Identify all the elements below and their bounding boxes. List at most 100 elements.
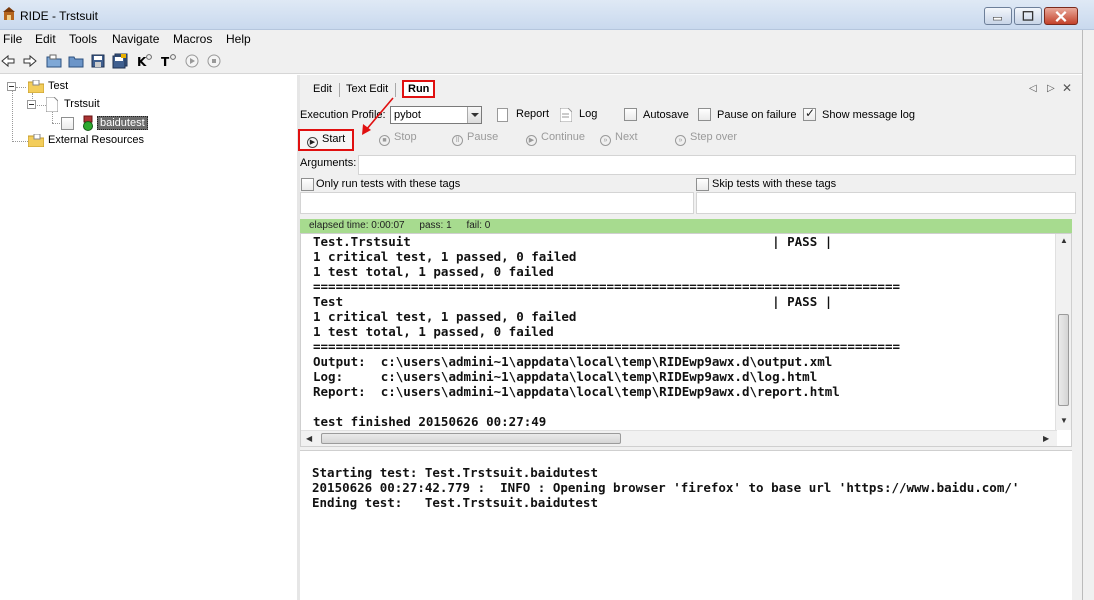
menu-edit[interactable]: Edit	[35, 32, 56, 46]
output-line: 1 critical test, 1 passed, 0 failed	[313, 249, 577, 264]
toolbar: K T	[0, 48, 1082, 74]
tree-item-test[interactable]: Test	[48, 80, 68, 92]
execution-profile-value: pybot	[394, 109, 421, 121]
svg-text:K: K	[137, 55, 147, 69]
report-icon	[497, 108, 508, 122]
message-log-console[interactable]: Starting test: Test.Trstsuit.baidutest 20…	[300, 450, 1072, 600]
skip-tags-input[interactable]	[696, 192, 1076, 214]
tree-item-external-resources[interactable]: External Resources	[48, 134, 144, 146]
run-status-bar: elapsed time: 0:00:07 pass: 1 fail: 0	[300, 219, 1072, 233]
window-edge	[1082, 30, 1094, 600]
robot-testcase-icon	[83, 115, 93, 131]
step-over-label: Step over	[690, 131, 738, 143]
only-run-tags-input[interactable]	[300, 192, 694, 214]
continue-button[interactable]: ▶ Continue	[526, 131, 585, 149]
open-folder-icon[interactable]	[68, 53, 84, 69]
close-button[interactable]	[1044, 7, 1078, 25]
tab-scroll-right-icon[interactable]: ▷	[1047, 83, 1055, 94]
stop-button[interactable]: ■ Stop	[379, 131, 417, 149]
collapse-test-toggle[interactable]	[7, 82, 16, 91]
fail-count: fail: 0	[466, 220, 491, 231]
execution-profile-select[interactable]: pybot	[390, 106, 482, 124]
pause-button[interactable]: ll Pause	[452, 131, 498, 149]
run-output-text: Test.Trstsuit | PASS | 1 critical test, 1…	[313, 234, 900, 429]
log-button[interactable]: Log	[579, 108, 597, 120]
horizontal-scrollbar[interactable]: ◀ ▶	[301, 430, 1057, 446]
stop-icon[interactable]	[206, 53, 222, 69]
pause-on-failure-checkbox[interactable]	[698, 108, 711, 121]
ride-app-icon	[3, 7, 15, 20]
output-line: Log: c:\users\admini~1\appdata\local\tem…	[313, 369, 818, 384]
pause-label: Pause	[467, 131, 499, 143]
execution-profile-label: Execution Profile:	[300, 109, 386, 121]
arguments-label: Arguments:	[300, 157, 357, 169]
scroll-right-icon[interactable]: ▶	[1043, 434, 1049, 443]
run-output-console[interactable]: Test.Trstsuit | PASS | 1 critical test, 1…	[300, 233, 1072, 447]
next-button[interactable]: » Next	[600, 131, 638, 149]
vertical-scroll-thumb[interactable]	[1058, 314, 1069, 406]
menu-file[interactable]: File	[3, 32, 22, 46]
tab-scroll-left-icon[interactable]: ◁	[1029, 83, 1037, 94]
tab-text-edit[interactable]: Text Edit	[346, 83, 388, 95]
autosave-checkbox[interactable]	[624, 108, 637, 121]
scroll-up-icon[interactable]: ▲	[1060, 236, 1068, 245]
report-button[interactable]: Report	[516, 108, 549, 120]
title-bar: RIDE - Trstsuit	[0, 0, 1094, 30]
folder-icon	[28, 80, 44, 93]
forward-arrow-icon[interactable]	[22, 53, 38, 69]
menu-tools[interactable]: Tools	[69, 32, 97, 46]
save-all-icon[interactable]	[112, 53, 128, 69]
scroll-left-icon[interactable]: ◀	[306, 434, 312, 443]
arguments-input[interactable]	[358, 155, 1076, 175]
vertical-scrollbar[interactable]: ▲ ▼	[1055, 234, 1071, 430]
menu-navigate[interactable]: Navigate	[112, 32, 159, 46]
editor-panel: Edit Text Edit Run ◁ ▷ ✕ Execution Profi…	[298, 75, 1082, 600]
testcase-checkbox[interactable]	[61, 117, 74, 130]
maximize-button[interactable]	[1014, 7, 1042, 25]
tab-run[interactable]: Run	[402, 80, 436, 98]
output-line: Report: c:\users\admini~1\appdata\local\…	[313, 384, 840, 399]
step-over-button[interactable]: » Step over	[675, 131, 737, 149]
menu-macros[interactable]: Macros	[173, 32, 212, 46]
output-line: 1 critical test, 1 passed, 0 failed	[313, 309, 577, 324]
output-line: Output: c:\users\admini~1\appdata\local\…	[313, 354, 833, 369]
tree-item-trstsuit[interactable]: Trstsuit	[64, 98, 100, 110]
output-line: Test.Trstsuit | PASS |	[313, 234, 833, 249]
tree-item-baidutest[interactable]: baidutest	[97, 116, 148, 130]
only-run-tags-checkbox[interactable]	[301, 178, 314, 191]
collapse-suite-toggle[interactable]	[27, 100, 36, 109]
skip-tags-checkbox[interactable]	[696, 178, 709, 191]
scroll-down-icon[interactable]: ▼	[1060, 416, 1068, 425]
menu-bar: File Edit Tools Navigate Macros Help	[0, 30, 1082, 48]
stop-label: Stop	[394, 131, 417, 143]
run-icon[interactable]	[184, 53, 200, 69]
back-arrow-icon[interactable]	[0, 53, 16, 69]
output-line: 1 test total, 1 passed, 0 failed	[313, 324, 554, 339]
next-label: Next	[615, 131, 638, 143]
show-message-log-checkbox[interactable]	[803, 106, 816, 121]
search-keywords-icon[interactable]: K	[136, 53, 152, 69]
output-line: 1 test total, 1 passed, 0 failed	[313, 264, 554, 279]
search-tests-icon[interactable]: T	[160, 53, 176, 69]
next-icon: »	[600, 135, 611, 146]
play-icon: ▶	[307, 137, 318, 148]
minimize-button[interactable]	[984, 7, 1012, 25]
window-title: RIDE - Trstsuit	[20, 9, 99, 23]
skip-tags-label: Skip tests with these tags	[712, 178, 837, 190]
message-log-line: 20150626 00:27:42.779 : INFO : Opening b…	[312, 480, 1020, 495]
elapsed-time: elapsed time: 0:00:07	[309, 220, 405, 231]
open-test-suite-icon[interactable]	[46, 53, 62, 69]
start-button[interactable]: ▶ Start	[298, 129, 354, 151]
menu-help[interactable]: Help	[226, 32, 251, 46]
svg-text:T: T	[161, 55, 170, 69]
test-tree: Test Trstsuit baidutest External Resourc…	[0, 75, 297, 600]
tab-edit[interactable]: Edit	[313, 83, 332, 95]
tab-close-icon[interactable]: ✕	[1062, 81, 1072, 95]
horizontal-scroll-thumb[interactable]	[321, 433, 621, 444]
output-line: Test | PASS |	[313, 294, 833, 309]
minimize-icon	[993, 17, 1002, 21]
save-icon[interactable]	[90, 53, 106, 69]
message-log-text: Starting test: Test.Trstsuit.baidutest 20…	[312, 465, 1019, 510]
stop-icon: ■	[379, 135, 390, 146]
